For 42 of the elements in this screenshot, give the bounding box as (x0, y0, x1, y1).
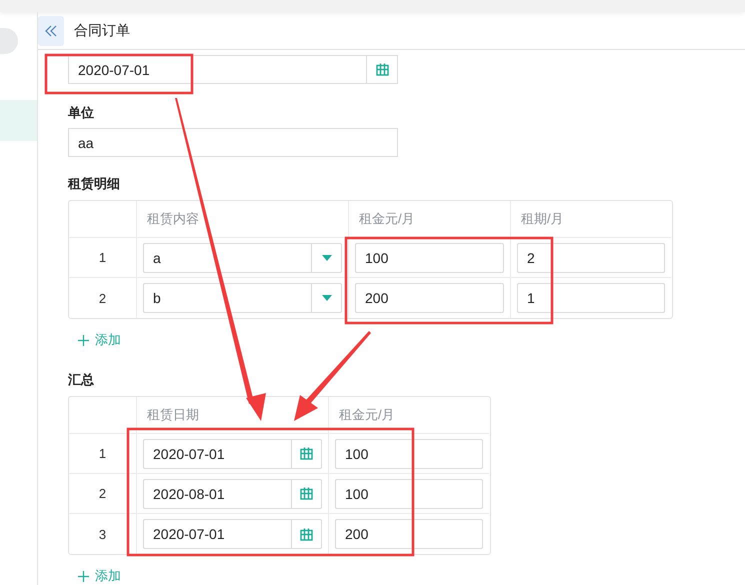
date-field[interactable]: 2020-07-01 (143, 438, 322, 468)
input-field[interactable]: 100 (335, 478, 483, 508)
row-number: 1 (98, 446, 106, 461)
dropdown-caret-icon (322, 254, 332, 260)
row-number: 3 (98, 526, 106, 542)
section-title: 汇总 (68, 371, 95, 389)
row-number: 1 (98, 250, 106, 265)
calendar-icon (376, 63, 388, 76)
field-value: b (152, 290, 162, 306)
date-field[interactable]: 2020-07-01 (68, 55, 398, 84)
section-title: 租赁明细 (68, 175, 121, 193)
input-field[interactable]: 200 (355, 283, 504, 313)
date-field[interactable]: 2020-08-01 (143, 478, 322, 508)
calendar-icon (300, 528, 313, 540)
column-header: 租金元/月 (328, 397, 489, 434)
field-label: 单位 (68, 104, 95, 122)
page-title: 合同订单 (74, 22, 130, 40)
row-number: 2 (98, 486, 106, 501)
double-chevron-left-icon (45, 24, 57, 36)
row-number: 2 (98, 290, 106, 306)
calendar-icon (300, 487, 313, 500)
field-value: 2020-07-01 (152, 526, 226, 542)
input-field[interactable]: 100 (355, 242, 504, 272)
dropdown-caret-icon (322, 295, 332, 301)
field-value: 2020-07-01 (77, 62, 151, 78)
field-value: aa (77, 134, 95, 150)
plus-icon (78, 570, 89, 582)
plus-icon (78, 334, 89, 346)
input-field[interactable]: 2 (517, 242, 665, 272)
input-field[interactable]: aa (68, 128, 398, 157)
sidebar-highlight (0, 100, 37, 141)
column-header: 租期/月 (510, 201, 671, 238)
input-field[interactable]: 200 (335, 519, 483, 549)
field-value: 2020-07-01 (152, 446, 226, 462)
calendar-icon (300, 447, 313, 460)
date-field[interactable]: 2020-07-01 (143, 519, 322, 549)
input-field[interactable]: 100 (335, 438, 483, 468)
field-value: a (152, 250, 162, 266)
input-field[interactable]: 1 (517, 283, 665, 313)
field-value: 2020-08-01 (152, 486, 226, 502)
column-header: 租金元/月 (348, 201, 510, 238)
collapse-button[interactable] (38, 16, 64, 46)
